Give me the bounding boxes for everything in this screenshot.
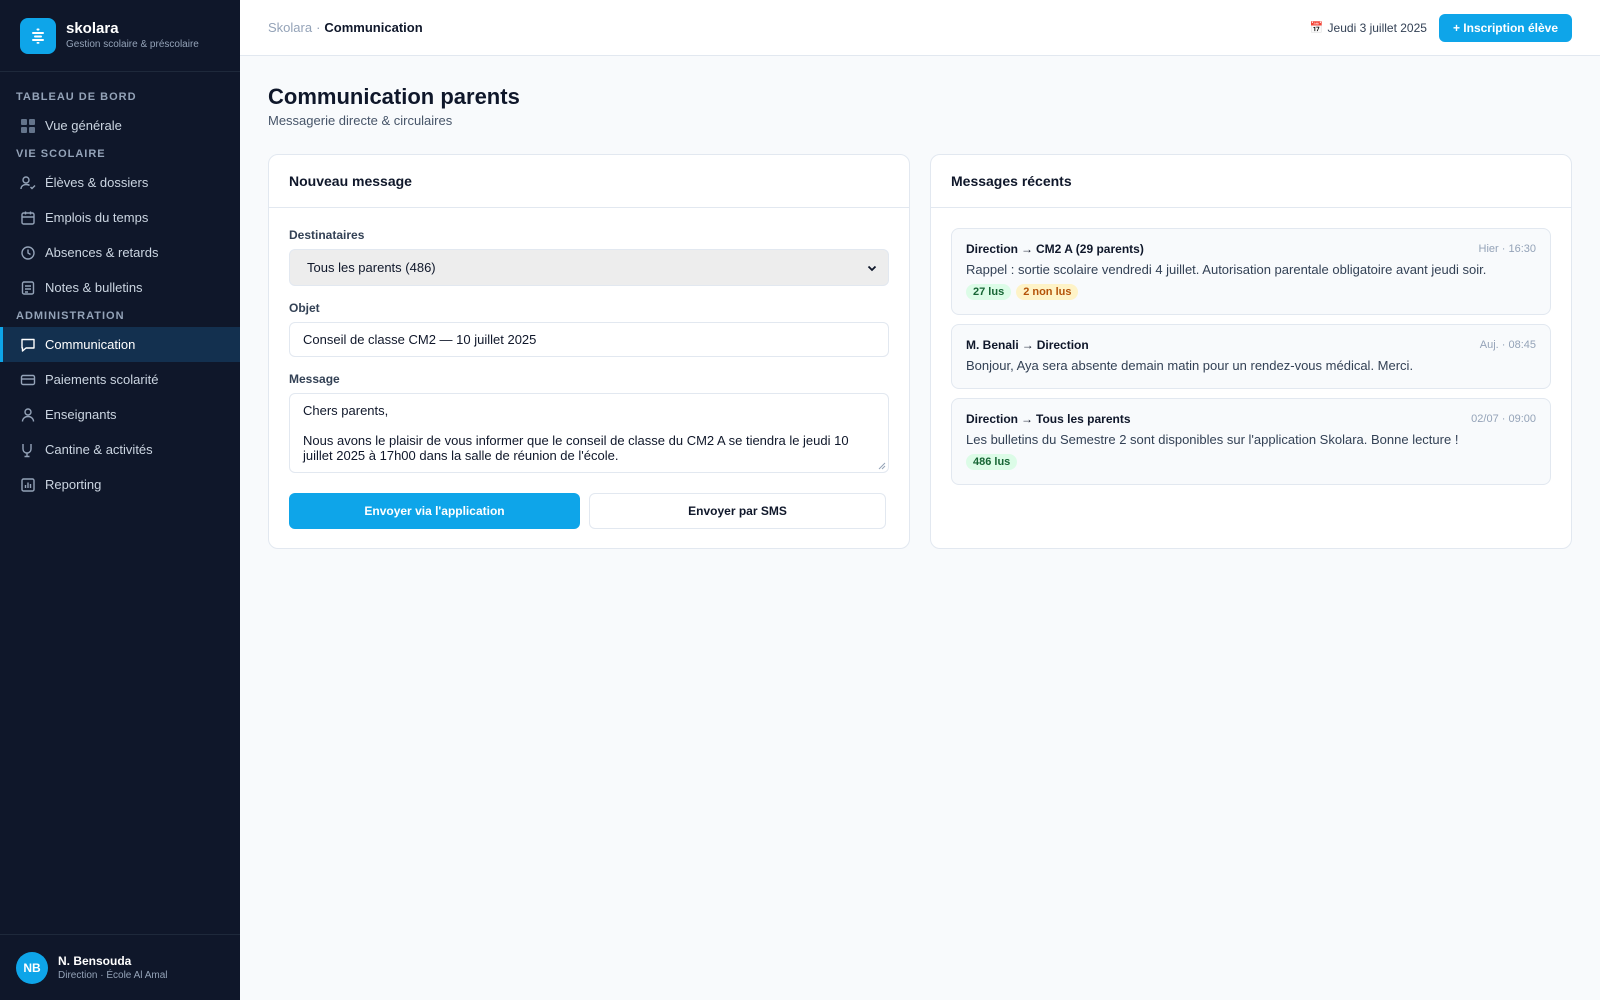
- sidebar-item-label: Emplois du temps: [45, 210, 149, 225]
- chevron-down-icon: [867, 265, 877, 271]
- sidebar-item-label: Communication: [45, 337, 136, 352]
- sidebar-item-label: Absences & retards: [45, 245, 159, 260]
- recipients-value: Tous les parents (486): [307, 260, 436, 275]
- current-date: 📅 Jeudi 3 juillet 2025: [1310, 21, 1427, 35]
- message-preview: Les bulletins du Semestre 2 sont disponi…: [966, 432, 1459, 447]
- credit-card-icon: [20, 372, 36, 388]
- cup-icon: [20, 442, 36, 458]
- chart-icon: [20, 477, 36, 493]
- send-via-app-button[interactable]: Envoyer via l'application: [289, 493, 580, 529]
- date-label: Jeudi 3 juillet 2025: [1327, 20, 1427, 35]
- skolara-logo-icon: [20, 17, 56, 54]
- sidebar-item-label: Paiements scolarité: [45, 372, 159, 387]
- sidebar-item-emplois-du-temps[interactable]: Emplois du temps: [0, 200, 240, 235]
- avatar: NB: [16, 951, 48, 984]
- sidebar-item-label: Reporting: [45, 477, 102, 492]
- breadcrumb-separator: ·: [316, 20, 321, 35]
- message-label: Message: [289, 372, 340, 386]
- topbar: Skolara · Communication 📅 Jeudi 3 juillet …: [240, 0, 1600, 56]
- message-line: Chers parents,: [303, 403, 389, 418]
- recent-messages-card: Messages récents Direction → CM2 A (29 par…: [930, 154, 1572, 549]
- recent-messages-title: Messages récents: [931, 155, 1571, 208]
- sidebar-item-label: Élèves & dossiers: [45, 175, 149, 190]
- unread-count-badge: 2 non lus: [1016, 284, 1079, 300]
- sidebar-item-reporting[interactable]: Reporting: [0, 467, 240, 502]
- page-title: Communication parents: [268, 84, 520, 109]
- message-icon: [20, 337, 36, 353]
- subject-label: Objet: [289, 301, 320, 315]
- breadcrumb-current: Communication: [324, 20, 423, 35]
- message-sender: M. Benali → Direction: [966, 338, 1089, 352]
- page-subtitle: Messagerie directe & circulaires: [268, 113, 453, 128]
- sidebar-item-label: Enseignants: [45, 407, 117, 422]
- message-sender: Direction → CM2 A (29 parents): [966, 242, 1144, 256]
- sidebar-item-label: Vue générale: [45, 118, 122, 133]
- message-sender: Direction → Tous les parents: [966, 412, 1131, 426]
- message-item[interactable]: Direction → Tous les parents 02/07 · 09:00…: [951, 398, 1551, 485]
- sidebar-item-label: Notes & bulletins: [45, 280, 143, 295]
- message-preview: Rappel : sortie scolaire vendredi 4 juil…: [966, 262, 1487, 277]
- message-time: Auj. · 08:45: [1479, 339, 1536, 351]
- message-textarea[interactable]: Chers parents, Nous avons le plaisir de …: [289, 393, 889, 473]
- nav-section-administration: ADMINISTRATION: [16, 310, 125, 322]
- user-profile[interactable]: NB N. Bensouda Direction · École Al Amal: [0, 934, 240, 1000]
- sidebar-item-vue-generale[interactable]: Vue générale: [0, 108, 240, 143]
- read-count-badge: 27 lus: [966, 284, 1012, 300]
- message-line: Nous avons le plaisir de vous informer q…: [303, 433, 849, 463]
- read-count-badge: 486 lus: [966, 454, 1018, 470]
- grid-icon: [20, 118, 36, 134]
- message-time: Hier · 16:30: [1478, 243, 1536, 255]
- message-time: 02/07 · 09:00: [1471, 413, 1536, 425]
- sidebar-item-cantine[interactable]: Cantine & activités: [0, 432, 240, 467]
- user-icon: [20, 407, 36, 423]
- recipients-select[interactable]: Tous les parents (486): [289, 249, 889, 286]
- subject-value: Conseil de classe CM2 — 10 juillet 2025: [303, 332, 537, 347]
- sidebar-item-paiements[interactable]: Paiements scolarité: [0, 362, 240, 397]
- sidebar-item-notes[interactable]: Notes & bulletins: [0, 270, 240, 305]
- message-item[interactable]: Direction → CM2 A (29 parents) Hier · 16:3…: [951, 228, 1551, 315]
- recipients-label: Destinataires: [289, 228, 365, 242]
- sidebar-item-enseignants[interactable]: Enseignants: [0, 397, 240, 432]
- calendar-emoji-icon: 📅: [1309, 22, 1324, 34]
- user-name: N. Bensouda: [58, 953, 132, 968]
- breadcrumb-root[interactable]: Skolara: [268, 20, 312, 35]
- main-content: Communication parents Messagerie directe…: [268, 56, 1572, 549]
- resize-handle-icon[interactable]: [878, 462, 886, 470]
- brand-name: skolara: [66, 20, 119, 37]
- user-role: Direction · École Al Amal: [58, 969, 168, 981]
- sidebar-item-communication[interactable]: Communication: [0, 327, 240, 362]
- message-preview: Bonjour, Aya sera absente demain matin p…: [966, 358, 1414, 373]
- brand-subtitle: Gestion scolaire & préscolaire: [66, 39, 199, 50]
- nav-section-vie-scolaire: VIE SCOLAIRE: [16, 148, 106, 160]
- breadcrumb: Skolara · Communication: [268, 20, 423, 35]
- brand[interactable]: skolara Gestion scolaire & préscolaire: [0, 0, 240, 72]
- subject-input[interactable]: Conseil de classe CM2 — 10 juillet 2025: [289, 322, 889, 357]
- sidebar-item-label: Cantine & activités: [45, 442, 153, 457]
- send-sms-button[interactable]: Envoyer par SMS: [589, 493, 886, 529]
- message-item[interactable]: M. Benali → Direction Auj. · 08:45 Bonjour…: [951, 324, 1551, 389]
- user-check-icon: [20, 175, 36, 191]
- sidebar-item-eleves[interactable]: Élèves & dossiers: [0, 165, 240, 200]
- sidebar: skolara Gestion scolaire & préscolaire T…: [0, 0, 240, 1000]
- new-message-title: Nouveau message: [269, 155, 909, 208]
- calendar-icon: [20, 210, 36, 226]
- new-message-card: Nouveau message Destinataires Tous les p…: [268, 154, 910, 549]
- nav-section-tableau-de-bord: TABLEAU DE BORD: [16, 91, 137, 103]
- add-student-button[interactable]: + Inscription élève: [1438, 13, 1572, 42]
- clock-icon: [20, 245, 36, 261]
- sidebar-item-absences[interactable]: Absences & retards: [0, 235, 240, 270]
- document-icon: [20, 280, 36, 296]
